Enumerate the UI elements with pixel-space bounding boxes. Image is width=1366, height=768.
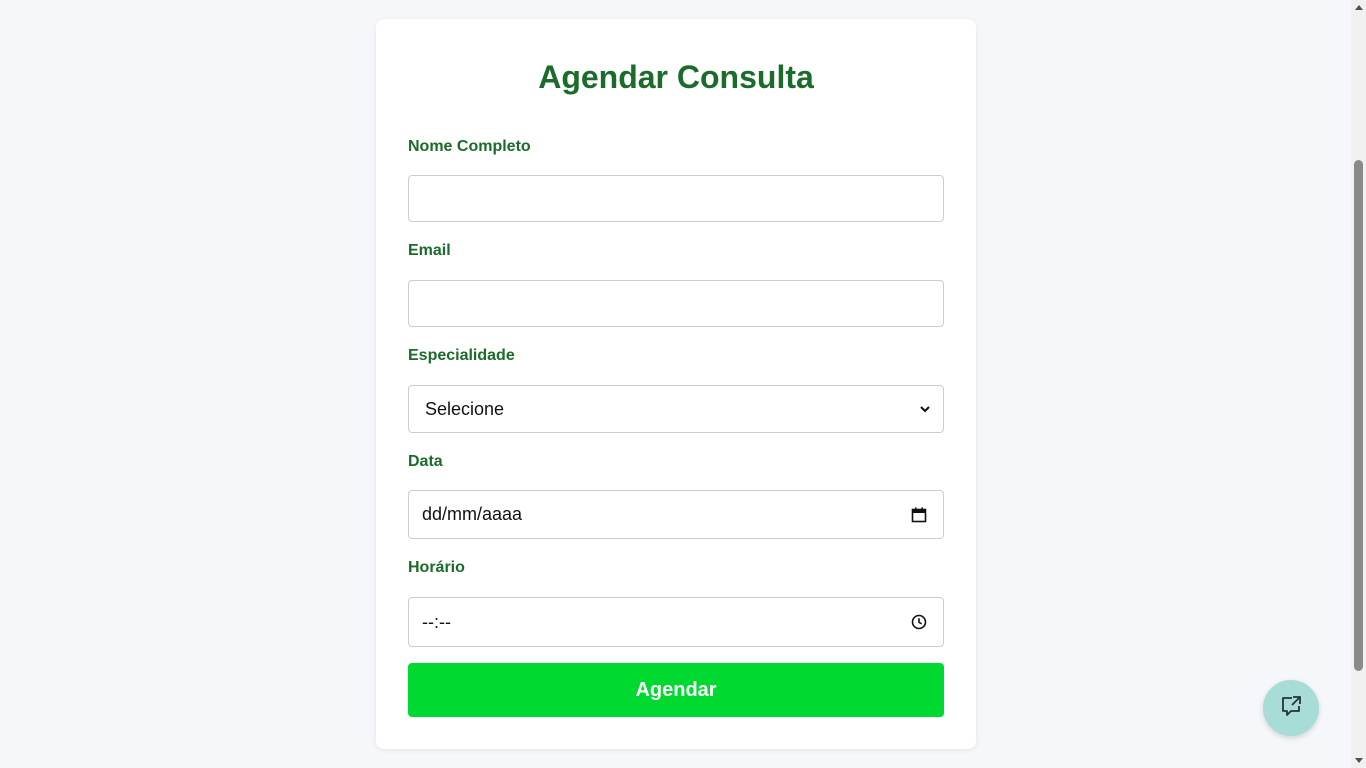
scroll-up-arrow-icon[interactable] [1351,0,1366,14]
specialty-select[interactable]: Selecione [408,385,944,433]
specialty-selected-value: Selecione [425,398,505,419]
name-label: Nome Completo [408,138,531,155]
page-title: Agendar Consulta [538,59,814,95]
name-input[interactable] [408,175,944,222]
chevron-down-icon [915,399,935,419]
clock-icon[interactable] [909,612,929,632]
date-label: Data [408,453,443,470]
appointment-form-card: Agendar Consulta Nome Completo Email Esp… [376,19,976,749]
chat-external-icon [1279,694,1303,723]
date-placeholder: dd/mm/aaaa [422,504,523,524]
calendar-icon[interactable] [909,505,929,525]
date-input[interactable]: dd/mm/aaaa [408,490,944,539]
specialty-label: Especialidade [408,347,515,364]
email-input[interactable] [408,280,944,327]
submit-button[interactable]: Agendar [408,663,944,717]
vertical-scrollbar[interactable] [1351,0,1366,768]
page: Agendar Consulta Nome Completo Email Esp… [0,0,1366,768]
scrollbar-thumb[interactable] [1354,160,1363,671]
chat-button[interactable] [1263,680,1319,736]
time-input[interactable]: --:-- [408,597,944,647]
email-label: Email [408,242,451,259]
scroll-down-arrow-icon[interactable] [1351,754,1366,768]
time-placeholder: --:-- [422,611,451,632]
time-label: Horário [408,559,465,576]
